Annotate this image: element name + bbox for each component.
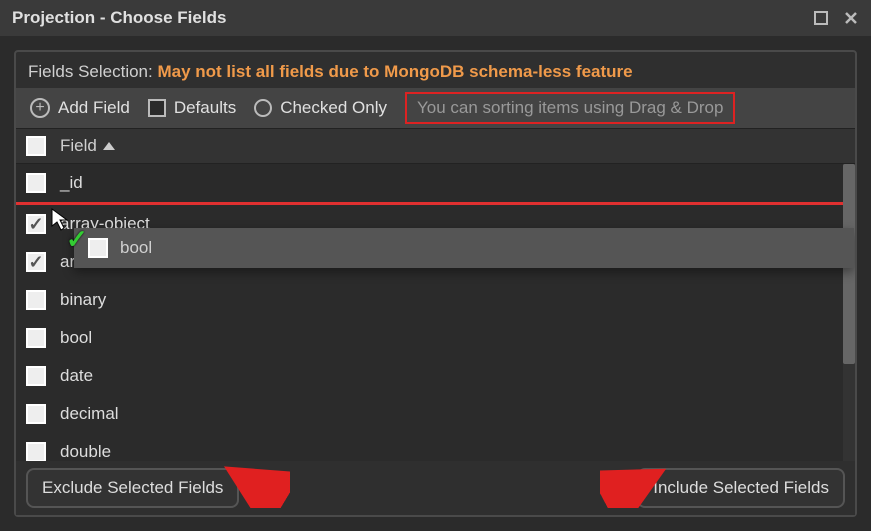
row-field-name: date [60, 366, 93, 386]
drag-drop-hint: You can sorting items using Drag & Drop [405, 92, 735, 124]
row-checkbox[interactable] [26, 252, 46, 272]
row-field-name: bool [60, 328, 92, 348]
toolbar: + Add Field Defaults Checked Only You ca… [16, 88, 855, 128]
titlebar[interactable]: Projection - Choose Fields [0, 0, 871, 36]
checked-only-toggle[interactable]: Checked Only [248, 93, 393, 123]
add-field-label: Add Field [58, 98, 130, 118]
include-selected-button[interactable]: Include Selected Fields [637, 468, 845, 508]
row-checkbox[interactable] [26, 404, 46, 424]
projection-panel: Fields Selection: May not list all field… [14, 50, 857, 517]
row-field-name: decimal [60, 404, 119, 424]
add-field-button[interactable]: + Add Field [24, 93, 136, 123]
defaults-toggle[interactable]: Defaults [142, 93, 242, 123]
plus-icon: + [30, 98, 50, 118]
table-row[interactable]: date [16, 357, 855, 395]
vertical-scrollbar[interactable] [843, 164, 855, 461]
table-row[interactable]: decimal [16, 395, 855, 433]
fields-selection-header: Fields Selection: May not list all field… [16, 52, 855, 88]
row-checkbox[interactable] [26, 328, 46, 348]
row-checkbox[interactable] [26, 366, 46, 386]
select-all-checkbox[interactable] [26, 136, 46, 156]
field-column-header[interactable]: Field [60, 136, 115, 156]
table-row[interactable]: double [16, 433, 855, 461]
field-list[interactable]: _id array-object ar... binary bool [16, 164, 855, 461]
sort-asc-icon [103, 142, 115, 150]
table-header: Field [16, 128, 855, 164]
close-icon[interactable] [843, 10, 859, 26]
radio-icon [254, 99, 272, 117]
row-checkbox[interactable] [26, 290, 46, 310]
table-row[interactable]: _id [16, 164, 855, 202]
checkbox-icon [148, 99, 166, 117]
table-row[interactable]: bool [16, 319, 855, 357]
maximize-icon[interactable] [813, 10, 829, 26]
row-checkbox[interactable] [26, 214, 46, 234]
field-column-label: Field [60, 136, 97, 156]
row-checkbox[interactable] [26, 442, 46, 461]
row-field-name: _id [60, 173, 83, 193]
drag-drop-hint-text: You can sorting items using Drag & Drop [417, 98, 723, 118]
footer: Exclude Selected Fields Include Selected… [16, 461, 855, 515]
defaults-label: Defaults [174, 98, 236, 118]
fields-selection-label: Fields Selection: [28, 62, 153, 81]
window-title: Projection - Choose Fields [12, 8, 226, 28]
checked-only-label: Checked Only [280, 98, 387, 118]
row-checkbox[interactable] [26, 173, 46, 193]
exclude-selected-button[interactable]: Exclude Selected Fields [26, 468, 239, 508]
drag-ghost: bool [74, 228, 854, 268]
ghost-checkbox [88, 238, 108, 258]
fields-selection-warning: May not list all fields due to MongoDB s… [157, 62, 632, 81]
ghost-label: bool [120, 238, 152, 258]
table-row[interactable]: binary [16, 281, 855, 319]
row-field-name: binary [60, 290, 106, 310]
row-field-name: double [60, 442, 111, 461]
mouse-cursor-icon [50, 208, 72, 232]
